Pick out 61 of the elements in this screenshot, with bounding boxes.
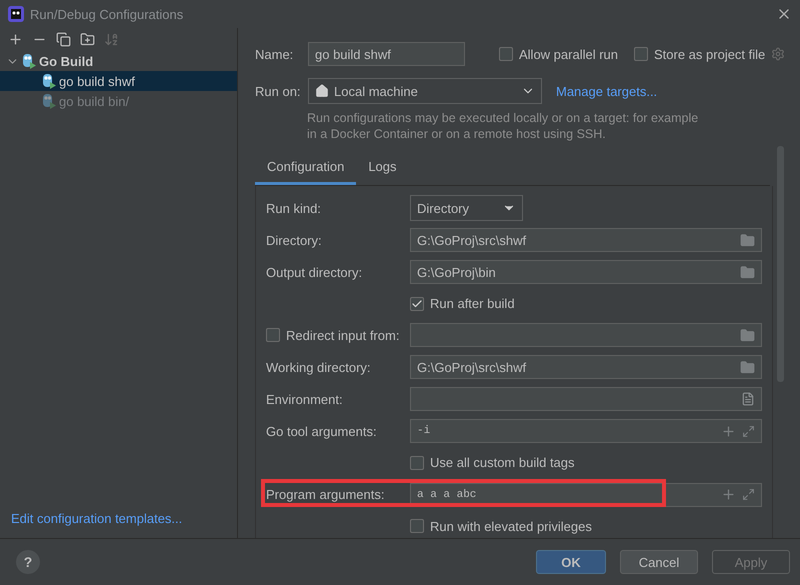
run-config-icon bbox=[42, 93, 56, 109]
input-field[interactable] bbox=[410, 387, 762, 412]
name-field[interactable]: go build shwf bbox=[308, 42, 465, 66]
checkbox[interactable] bbox=[266, 328, 280, 342]
input-field[interactable]: G:\GoProj\bin bbox=[410, 260, 762, 284]
tab[interactable]: Logs bbox=[356, 152, 409, 185]
tree-item[interactable]: go build shwf bbox=[0, 71, 237, 91]
manage-targets-link[interactable]: Manage targets... bbox=[556, 84, 658, 98]
checkbox-label: Run with elevated privileges bbox=[430, 518, 592, 534]
checkbox[interactable] bbox=[499, 47, 513, 61]
checkbox-label: Allow parallel run bbox=[519, 46, 618, 62]
help-button[interactable]: ? bbox=[16, 550, 40, 574]
run-config-icon bbox=[42, 73, 56, 89]
run-kind-dropdown[interactable]: Directory bbox=[410, 195, 523, 221]
run-on-label: Run on: bbox=[255, 84, 302, 98]
field-label: Working directory: bbox=[266, 360, 371, 375]
document-icon bbox=[741, 392, 755, 406]
add-icon[interactable] bbox=[8, 32, 23, 46]
folder-icon bbox=[740, 232, 755, 248]
field-label: Program arguments: bbox=[266, 487, 384, 502]
checkbox[interactable] bbox=[410, 456, 424, 470]
copy-icon[interactable] bbox=[56, 32, 71, 46]
run-on-dropdown[interactable]: Local machine bbox=[308, 78, 542, 104]
home-icon bbox=[315, 84, 329, 98]
folder-plus-icon[interactable] bbox=[80, 32, 95, 46]
expand-icon bbox=[742, 488, 755, 502]
checkbox-label: Store as project file bbox=[654, 46, 766, 62]
checkbox[interactable] bbox=[634, 47, 648, 61]
field-label: Go tool arguments: bbox=[266, 424, 377, 439]
hint-text: Run configurations may be executed locally or on a target: for example in a Docker Container or on a remote host using SSH. bbox=[307, 110, 700, 142]
field-label: Run kind: bbox=[266, 200, 321, 216]
window-title: Run/Debug Configurations bbox=[30, 6, 184, 22]
folder-icon bbox=[740, 328, 755, 343]
add-icon bbox=[721, 424, 736, 439]
field-label: Environment: bbox=[266, 392, 343, 407]
input-field[interactable] bbox=[410, 323, 762, 348]
field-label: Directory: bbox=[266, 232, 322, 248]
tree-item[interactable]: go build bin/ bbox=[0, 91, 237, 111]
tab[interactable]: Configuration bbox=[255, 152, 356, 185]
edit-templates-link[interactable]: Edit configuration templates... bbox=[11, 511, 182, 526]
checkbox-label: Run after build bbox=[430, 296, 515, 312]
dialog-button[interactable]: OK bbox=[536, 550, 606, 574]
app-logo-icon bbox=[8, 6, 24, 22]
name-label: Name: bbox=[255, 46, 294, 62]
dialog-button[interactable]: Cancel bbox=[620, 550, 698, 574]
input-field[interactable]: -i bbox=[410, 419, 762, 444]
checkbox[interactable] bbox=[410, 296, 424, 311]
checkbox-label: Use all custom build tags bbox=[430, 455, 575, 470]
run-config-icon bbox=[22, 53, 36, 69]
expand-icon bbox=[742, 424, 755, 438]
field-label: Output directory: bbox=[266, 264, 362, 280]
checkbox-label: Redirect input from: bbox=[286, 328, 400, 343]
input-field[interactable]: G:\GoProj\src\shwf bbox=[410, 355, 762, 380]
folder-icon bbox=[740, 264, 755, 280]
checkbox[interactable] bbox=[410, 519, 424, 534]
input-field[interactable]: G:\GoProj\src\shwf bbox=[410, 228, 762, 252]
settings-icon[interactable] bbox=[771, 47, 786, 61]
tree-item[interactable]: Go Build bbox=[0, 51, 237, 71]
sort-icon[interactable] bbox=[104, 32, 119, 46]
add-icon bbox=[721, 487, 736, 502]
folder-icon bbox=[740, 360, 755, 375]
